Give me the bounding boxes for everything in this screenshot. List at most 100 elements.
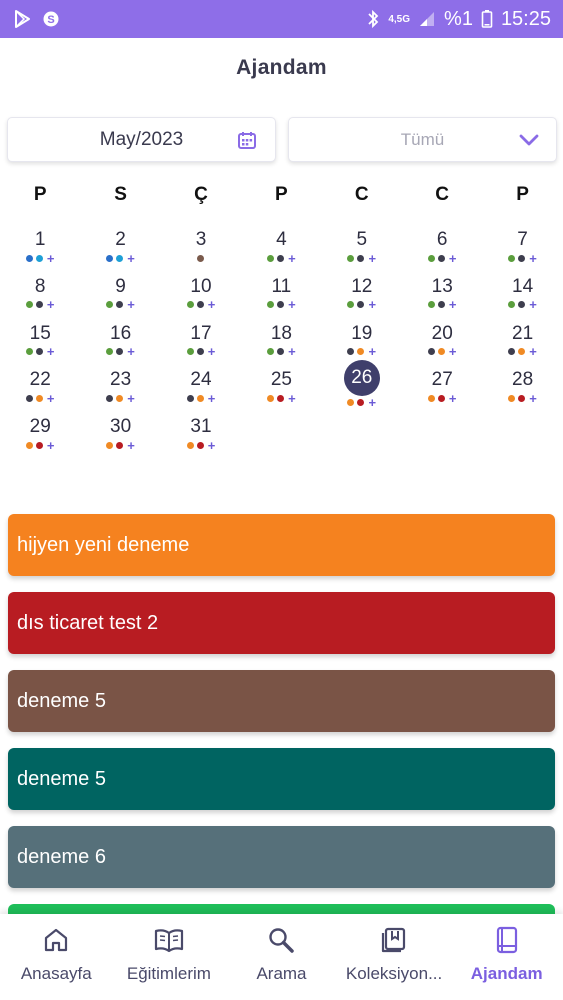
event-indicators: + xyxy=(482,252,562,265)
event-dot xyxy=(277,394,285,402)
event-dot xyxy=(196,301,204,309)
more-events-plus-icon: + xyxy=(46,250,55,266)
event-card[interactable]: deneme 5 xyxy=(8,748,555,810)
calendar-day[interactable]: 25 + xyxy=(241,368,321,414)
event-dot xyxy=(277,301,285,309)
calendar-day[interactable]: 24 + xyxy=(161,368,241,414)
calendar-day[interactable]: 2 + xyxy=(80,228,160,274)
nav-item-arama[interactable]: Arama xyxy=(225,914,338,1000)
network-type: 4,5G xyxy=(388,13,411,25)
calendar-day[interactable]: 6 + xyxy=(402,228,482,274)
nav-item-koleksiyon[interactable]: Koleksiyon... xyxy=(338,914,451,1000)
day-number: 1 xyxy=(34,229,46,250)
event-card[interactable]: deneme 5 xyxy=(8,670,555,732)
event-dot xyxy=(196,348,204,356)
more-events-plus-icon: + xyxy=(448,344,457,360)
calendar-day[interactable]: 13 + xyxy=(402,275,482,321)
event-dot xyxy=(347,254,355,262)
calendar-day[interactable]: 11 + xyxy=(241,275,321,321)
calendar-day[interactable]: 20 + xyxy=(402,322,482,368)
day-number: 25 xyxy=(270,369,292,391)
calendar-day[interactable]: 1 + xyxy=(0,228,80,274)
month-value: May/2023 xyxy=(99,128,184,150)
event-dot xyxy=(35,301,43,309)
calendar-day[interactable]: 7 + xyxy=(482,228,562,274)
event-dot xyxy=(508,254,516,262)
calendar-day[interactable]: 3 xyxy=(161,228,241,274)
day-number: 29 xyxy=(29,416,51,438)
more-events-plus-icon: + xyxy=(529,390,537,406)
event-dot xyxy=(186,394,194,402)
event-card[interactable]: dıs ticaret test 2 xyxy=(8,592,555,654)
event-indicators xyxy=(161,253,241,263)
calendar-day[interactable]: 27 + xyxy=(402,368,482,414)
event-indicators: + xyxy=(241,297,321,313)
chevron-down-icon[interactable] xyxy=(518,130,540,155)
event-dot xyxy=(35,441,43,449)
calendar-day[interactable]: 8 + xyxy=(0,275,80,321)
play-store-icon xyxy=(12,9,32,29)
event-dot xyxy=(106,441,114,449)
day-number: 19 xyxy=(351,322,373,344)
calendar-day[interactable]: 26 + xyxy=(322,360,402,414)
calendar-day[interactable]: 14 + xyxy=(482,275,562,321)
event-dot xyxy=(508,394,516,402)
event-indicators: + xyxy=(322,298,402,311)
event-dot xyxy=(116,301,124,309)
event-card-partial[interactable] xyxy=(8,904,555,914)
nav-item-egitimlerim[interactable]: Eğitimlerim xyxy=(113,914,226,1000)
calendar-day[interactable]: 10 + xyxy=(161,275,241,321)
more-events-plus-icon: + xyxy=(207,437,216,453)
more-events-plus-icon: + xyxy=(207,344,216,360)
event-dot xyxy=(357,398,365,406)
calendar-day[interactable]: 22 + xyxy=(0,368,80,414)
nav-item-anasayfa[interactable]: Anasayfa xyxy=(0,914,113,1000)
more-events-plus-icon: + xyxy=(529,344,537,360)
calendar-day[interactable]: 17 + xyxy=(161,322,241,368)
more-events-plus-icon: + xyxy=(207,297,216,313)
battery-percent: %1 xyxy=(444,7,473,30)
svg-text:S: S xyxy=(47,14,54,26)
event-title: deneme 5 xyxy=(17,689,106,712)
more-events-plus-icon: + xyxy=(368,394,377,410)
calendar-day[interactable]: 30 + xyxy=(80,415,160,461)
nav-item-ajandam[interactable]: Ajandam xyxy=(450,914,563,1000)
calendar-day[interactable]: 5 + xyxy=(322,228,402,274)
calendar-day[interactable]: 9 + xyxy=(80,275,160,321)
month-picker[interactable]: May/2023 xyxy=(7,117,276,162)
event-dot xyxy=(106,348,114,356)
calendar-day[interactable]: 15 + xyxy=(0,322,80,368)
bottom-navigation: Anasayfa Eğitimlerim Arama Koleksiyon...… xyxy=(0,914,563,1000)
more-events-plus-icon: + xyxy=(448,297,457,313)
calendar-day[interactable]: 16 + xyxy=(80,322,160,368)
day-number: 18 xyxy=(270,322,292,344)
signal-icon xyxy=(418,10,436,28)
calendar-day[interactable]: 12 + xyxy=(322,275,402,321)
event-indicators: + xyxy=(482,344,562,360)
more-events-plus-icon: + xyxy=(368,344,377,360)
calendar-day[interactable]: 23 + xyxy=(80,368,160,414)
calendar-day[interactable]: 18 + xyxy=(241,322,321,368)
event-card[interactable]: deneme 6 xyxy=(8,826,555,888)
event-dot xyxy=(277,254,285,262)
weekday-label: Ç xyxy=(194,184,208,205)
category-dropdown[interactable]: Tümü xyxy=(288,117,557,162)
event-indicators: + xyxy=(80,345,160,358)
agenda-icon xyxy=(496,926,517,954)
search-icon xyxy=(269,928,295,953)
calendar-day[interactable]: 21 + xyxy=(482,322,562,368)
weekday-label: S xyxy=(114,184,127,205)
calendar-icon[interactable] xyxy=(237,130,257,156)
day-number: 24 xyxy=(190,369,212,391)
event-dot xyxy=(25,394,33,402)
calendar-day[interactable]: 29 + xyxy=(0,415,80,461)
calendar-day[interactable]: 28 + xyxy=(482,368,562,414)
calendar-day[interactable]: 31 + xyxy=(161,415,241,461)
calendar-day[interactable]: 4 + xyxy=(241,228,321,274)
event-dot xyxy=(106,394,114,402)
event-dot xyxy=(35,254,43,262)
event-card[interactable]: hijyen yeni deneme xyxy=(8,514,555,576)
event-indicators: + xyxy=(241,392,321,405)
more-events-plus-icon: + xyxy=(288,297,296,313)
home-icon xyxy=(45,928,68,952)
